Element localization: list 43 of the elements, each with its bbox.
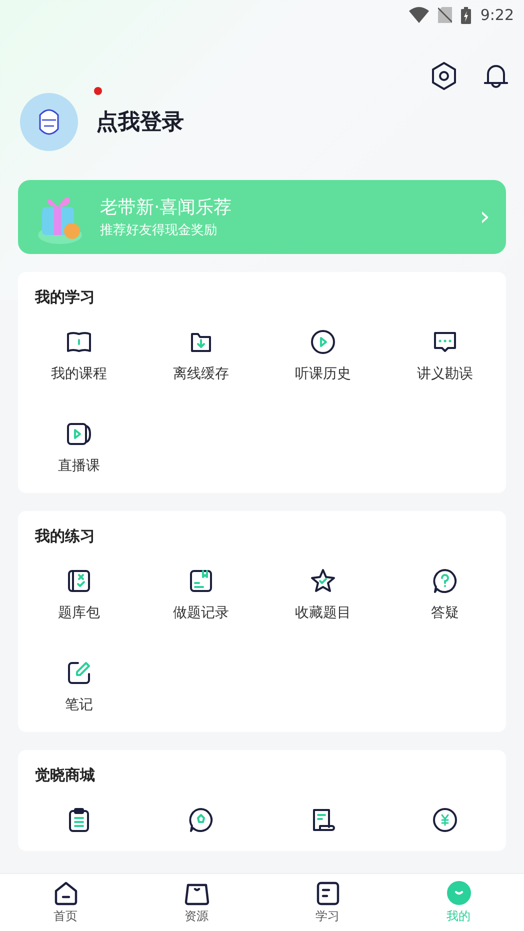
menu-item-label[interactable]: 讲义勘误 (417, 365, 473, 383)
record-sheet-icon[interactable] (188, 568, 214, 594)
login-prompt[interactable]: 点我登录 (96, 107, 184, 137)
wifi-icon (409, 7, 430, 23)
section-title: 觉晓商城 (34, 766, 96, 785)
menu-item-label[interactable]: 笔记 (65, 696, 93, 714)
no-sim-icon (438, 7, 452, 23)
status-time: 9:22 (480, 6, 514, 24)
chat-bubble-icon[interactable] (432, 329, 458, 355)
book-icon[interactable] (66, 329, 92, 355)
menu-item-label[interactable]: 收藏题目 (295, 604, 351, 622)
notification-bell-icon[interactable] (483, 62, 509, 90)
question-bubble-icon[interactable] (432, 568, 458, 594)
menu-item-label[interactable]: 直播课 (58, 457, 100, 475)
clipboard-icon[interactable] (66, 807, 92, 833)
smiley-circle-icon (446, 880, 472, 906)
video-icon[interactable] (66, 421, 92, 447)
chevron-icon: › (480, 202, 490, 232)
banner-title: 老带新·喜闻乐荐 (100, 196, 233, 219)
menu-item-label[interactable]: 答疑 (431, 604, 459, 622)
flower-bubble-icon[interactable] (188, 807, 214, 833)
banner-subtitle: 推荐好友得现金奖励 (100, 222, 218, 239)
edit-icon[interactable] (66, 660, 92, 686)
menu-item-label[interactable]: 听课历史 (295, 365, 351, 383)
menu-item-label[interactable]: 题库包 (58, 604, 100, 622)
avatar[interactable] (20, 93, 78, 151)
nav-tab[interactable]: 首页 (0, 874, 131, 931)
notebook-icon (314, 880, 340, 906)
menu-item-label[interactable]: 做题记录 (173, 604, 229, 622)
quiz-book-icon[interactable] (66, 568, 92, 594)
menu-item-label[interactable]: 离线缓存 (173, 365, 229, 383)
home-icon (52, 880, 78, 906)
play-circle-icon[interactable] (310, 329, 336, 355)
yen-coin-icon[interactable] (432, 807, 458, 833)
receipt-icon[interactable] (310, 807, 336, 833)
battery-icon (461, 6, 472, 24)
nav-tab[interactable]: 学习 (262, 874, 393, 931)
section-title: 我的学习 (34, 288, 96, 307)
star-icon[interactable] (310, 568, 336, 594)
menu-item-label[interactable]: 我的课程 (51, 365, 107, 383)
nav-tab[interactable]: 资源 (131, 874, 262, 931)
settings-icon[interactable] (431, 62, 457, 90)
section-title: 我的练习 (34, 527, 96, 546)
